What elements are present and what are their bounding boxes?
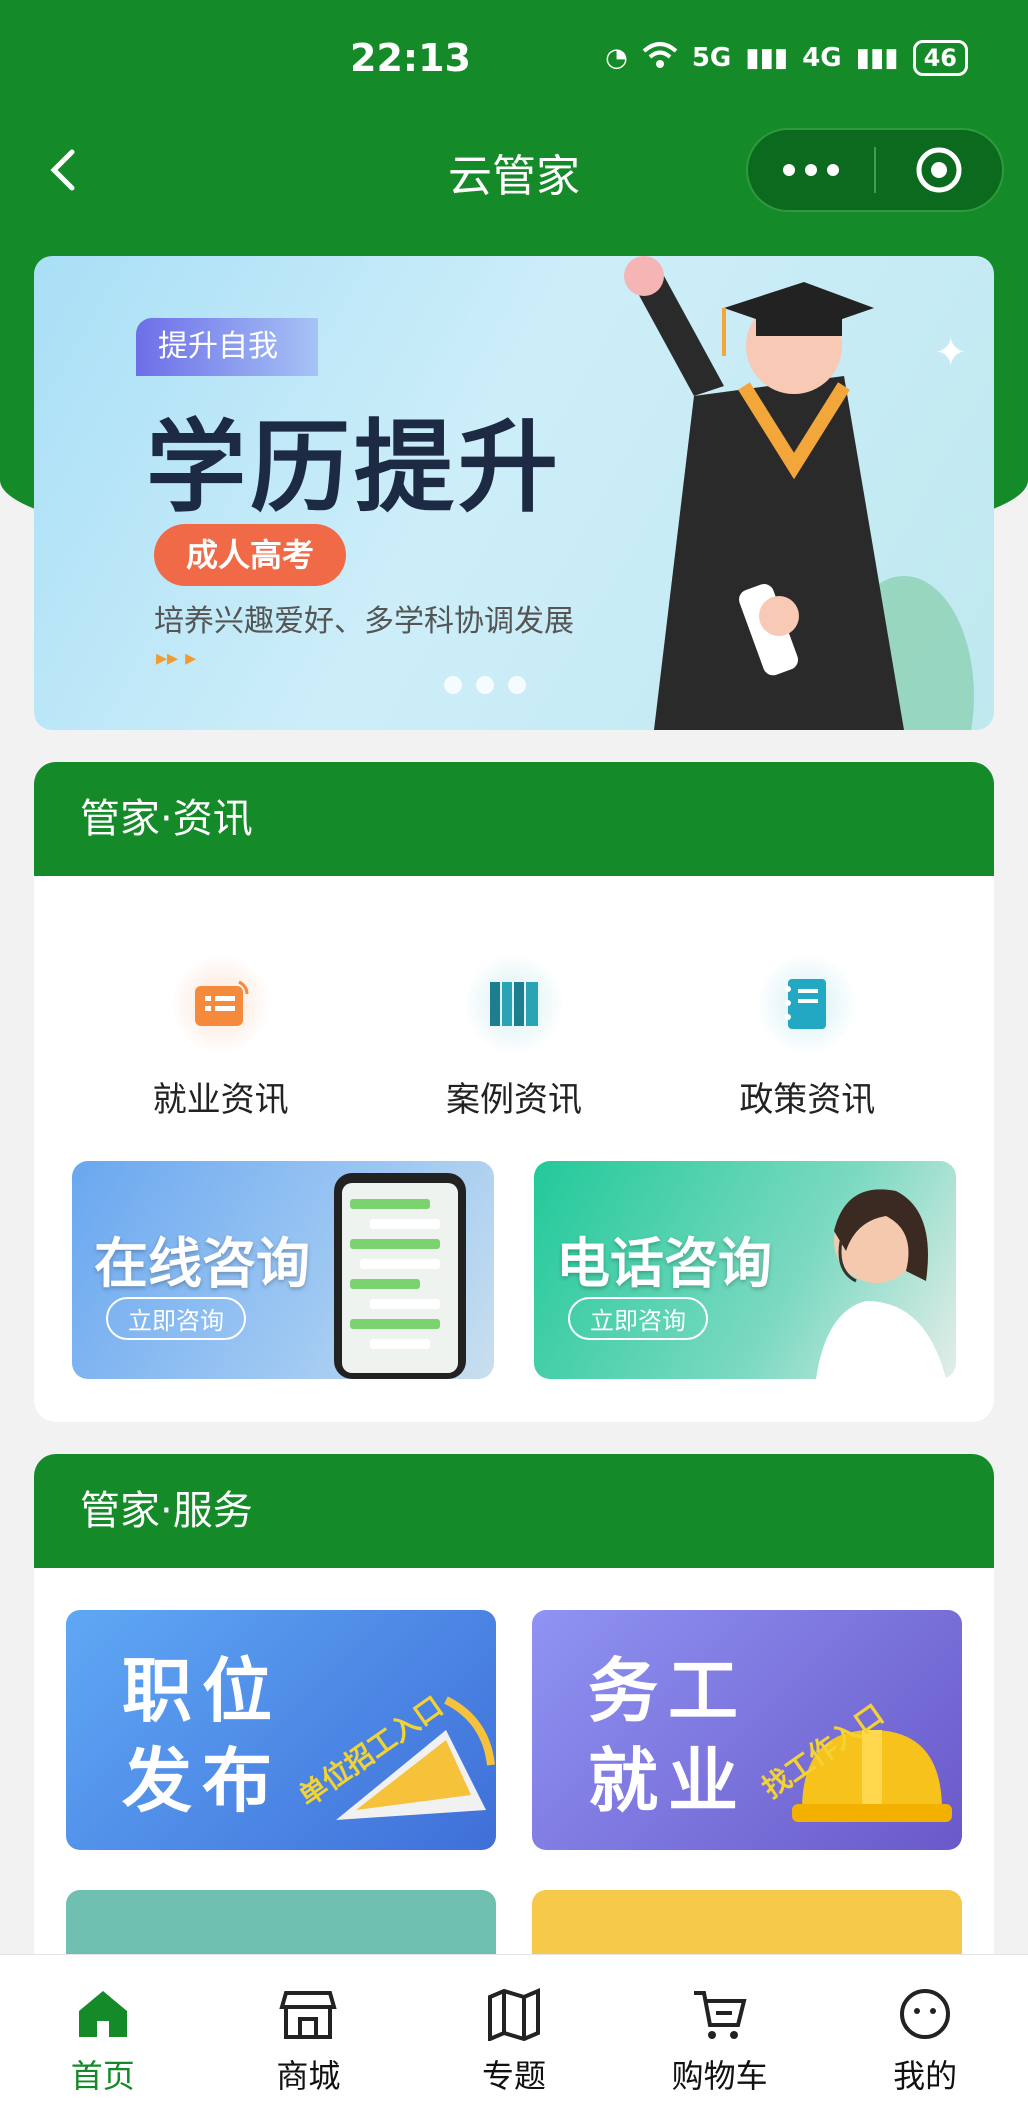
service-section-title: 管家·服务 (34, 1454, 994, 1568)
operator-illustration (816, 1189, 946, 1379)
tab-label: 我的 (893, 2057, 958, 2095)
tab-profile[interactable]: 我的 (835, 1955, 1015, 2121)
banner-pill: 成人高考 (154, 524, 347, 586)
job-seeking-title: 务工就业 (588, 1650, 748, 1822)
target-icon (916, 147, 962, 193)
news-item-cases[interactable]: 案例资讯 (414, 956, 614, 1121)
carousel-dot[interactable] (508, 676, 526, 694)
more-button[interactable] (748, 164, 874, 176)
tab-home[interactable]: 首页 (13, 1955, 193, 2121)
tab-label: 商城 (276, 2057, 341, 2095)
status-bar: 22:13 ◔ 5G ▮▮▮ 4G ▮▮▮ 46 (0, 0, 1028, 120)
news-item-label: 就业资讯 (152, 1080, 289, 1120)
news-item-employment[interactable]: 就业资讯 (121, 956, 321, 1121)
banner-headline: 学历提升 (146, 409, 562, 526)
tab-label: 购物车 (671, 2057, 768, 2095)
battery-icon: 46 (912, 40, 968, 76)
tab-store[interactable]: 商城 (218, 1955, 398, 2121)
status-icons: ◔ 5G ▮▮▮ 4G ▮▮▮ 46 (605, 40, 968, 76)
map-icon (487, 1987, 540, 2043)
news-item-policy[interactable]: 政策资讯 (707, 956, 907, 1121)
dot-icon (805, 164, 817, 176)
news-icon (172, 956, 269, 1052)
service-row: 职位发布 单位招工入口 务工就业 找工作入口 (34, 1610, 994, 1850)
tab-cart[interactable]: 购物车 (630, 1955, 810, 2121)
graduate-illustration: ✦ (624, 256, 974, 730)
online-consult-card[interactable]: 在线咨询 立即咨询 (72, 1161, 494, 1379)
online-consult-button[interactable]: 立即咨询 (106, 1297, 246, 1340)
news-item-label: 案例资讯 (445, 1080, 582, 1120)
tab-label: 专题 (481, 2057, 546, 2095)
job-posting-card[interactable]: 职位发布 单位招工入口 (66, 1610, 496, 1850)
banner-tag: 提升自我 (136, 318, 318, 376)
bottom-tab-bar: 首页 商城 专题 购物车 我的 (0, 1954, 1028, 2121)
home-icon (78, 1991, 127, 2037)
promo-banner[interactable]: 提升自我 学历提升 成人高考 培养兴趣爱好、多学科协调发展 ▸▸ ▸ ✦ (34, 256, 994, 730)
phone-consult-button[interactable]: 立即咨询 (568, 1297, 708, 1340)
signal-bars-icon: ▮▮▮ (745, 43, 789, 73)
online-consult-title: 在线咨询 (94, 1232, 310, 1295)
speed-icon: ◔ (605, 43, 628, 73)
notebook-icon (759, 956, 856, 1052)
dot-icon (827, 164, 839, 176)
news-section-title: 管家·资讯 (34, 762, 994, 876)
carousel-dots (444, 676, 526, 694)
dot-icon (783, 164, 795, 176)
miniprogram-capsule (746, 128, 1004, 212)
signal-5g-icon: 5G (691, 43, 732, 73)
news-section: 管家·资讯 就业资讯 案例资讯 政策资讯 在线咨询 立即咨询 电话咨询 立即咨询 (34, 762, 994, 1422)
profile-icon (900, 1989, 951, 2039)
tab-label: 首页 (70, 2057, 135, 2095)
banner-subtitle: 培养兴趣爱好、多学科协调发展 (154, 604, 574, 639)
tab-topics[interactable]: 专题 (424, 1955, 604, 2121)
store-icon (279, 1991, 338, 2039)
job-seeking-card[interactable]: 务工就业 找工作入口 (532, 1610, 962, 1850)
phone-consult-title: 电话咨询 (556, 1232, 772, 1295)
signal-4g-icon: 4G (802, 43, 842, 73)
consult-row: 在线咨询 立即咨询 电话咨询 立即咨询 (34, 1161, 994, 1379)
cart-icon (693, 1991, 747, 2039)
carousel-dot[interactable] (476, 676, 494, 694)
news-category-row: 就业资讯 案例资讯 政策资讯 (34, 956, 994, 1121)
nav-bar: 云管家 (0, 120, 1028, 220)
phone-chat-illustration (334, 1173, 466, 1379)
signal-bars-icon-2: ▮▮▮ (855, 43, 899, 73)
books-icon (465, 956, 562, 1052)
service-section: 管家·服务 职位发布 单位招工入口 务工就业 找工作入口 (34, 1454, 994, 1974)
news-item-label: 政策资讯 (739, 1080, 876, 1120)
status-time: 22:13 (350, 36, 471, 80)
carousel-dot[interactable] (444, 676, 462, 694)
job-posting-title: 职位发布 (122, 1650, 282, 1822)
arrows-icon: ▸▸ ▸ (156, 646, 197, 671)
wifi-icon (642, 41, 678, 76)
svg-text:✦: ✦ (934, 330, 968, 376)
close-miniprogram-button[interactable] (876, 145, 1002, 195)
phone-consult-card[interactable]: 电话咨询 立即咨询 (534, 1161, 956, 1379)
